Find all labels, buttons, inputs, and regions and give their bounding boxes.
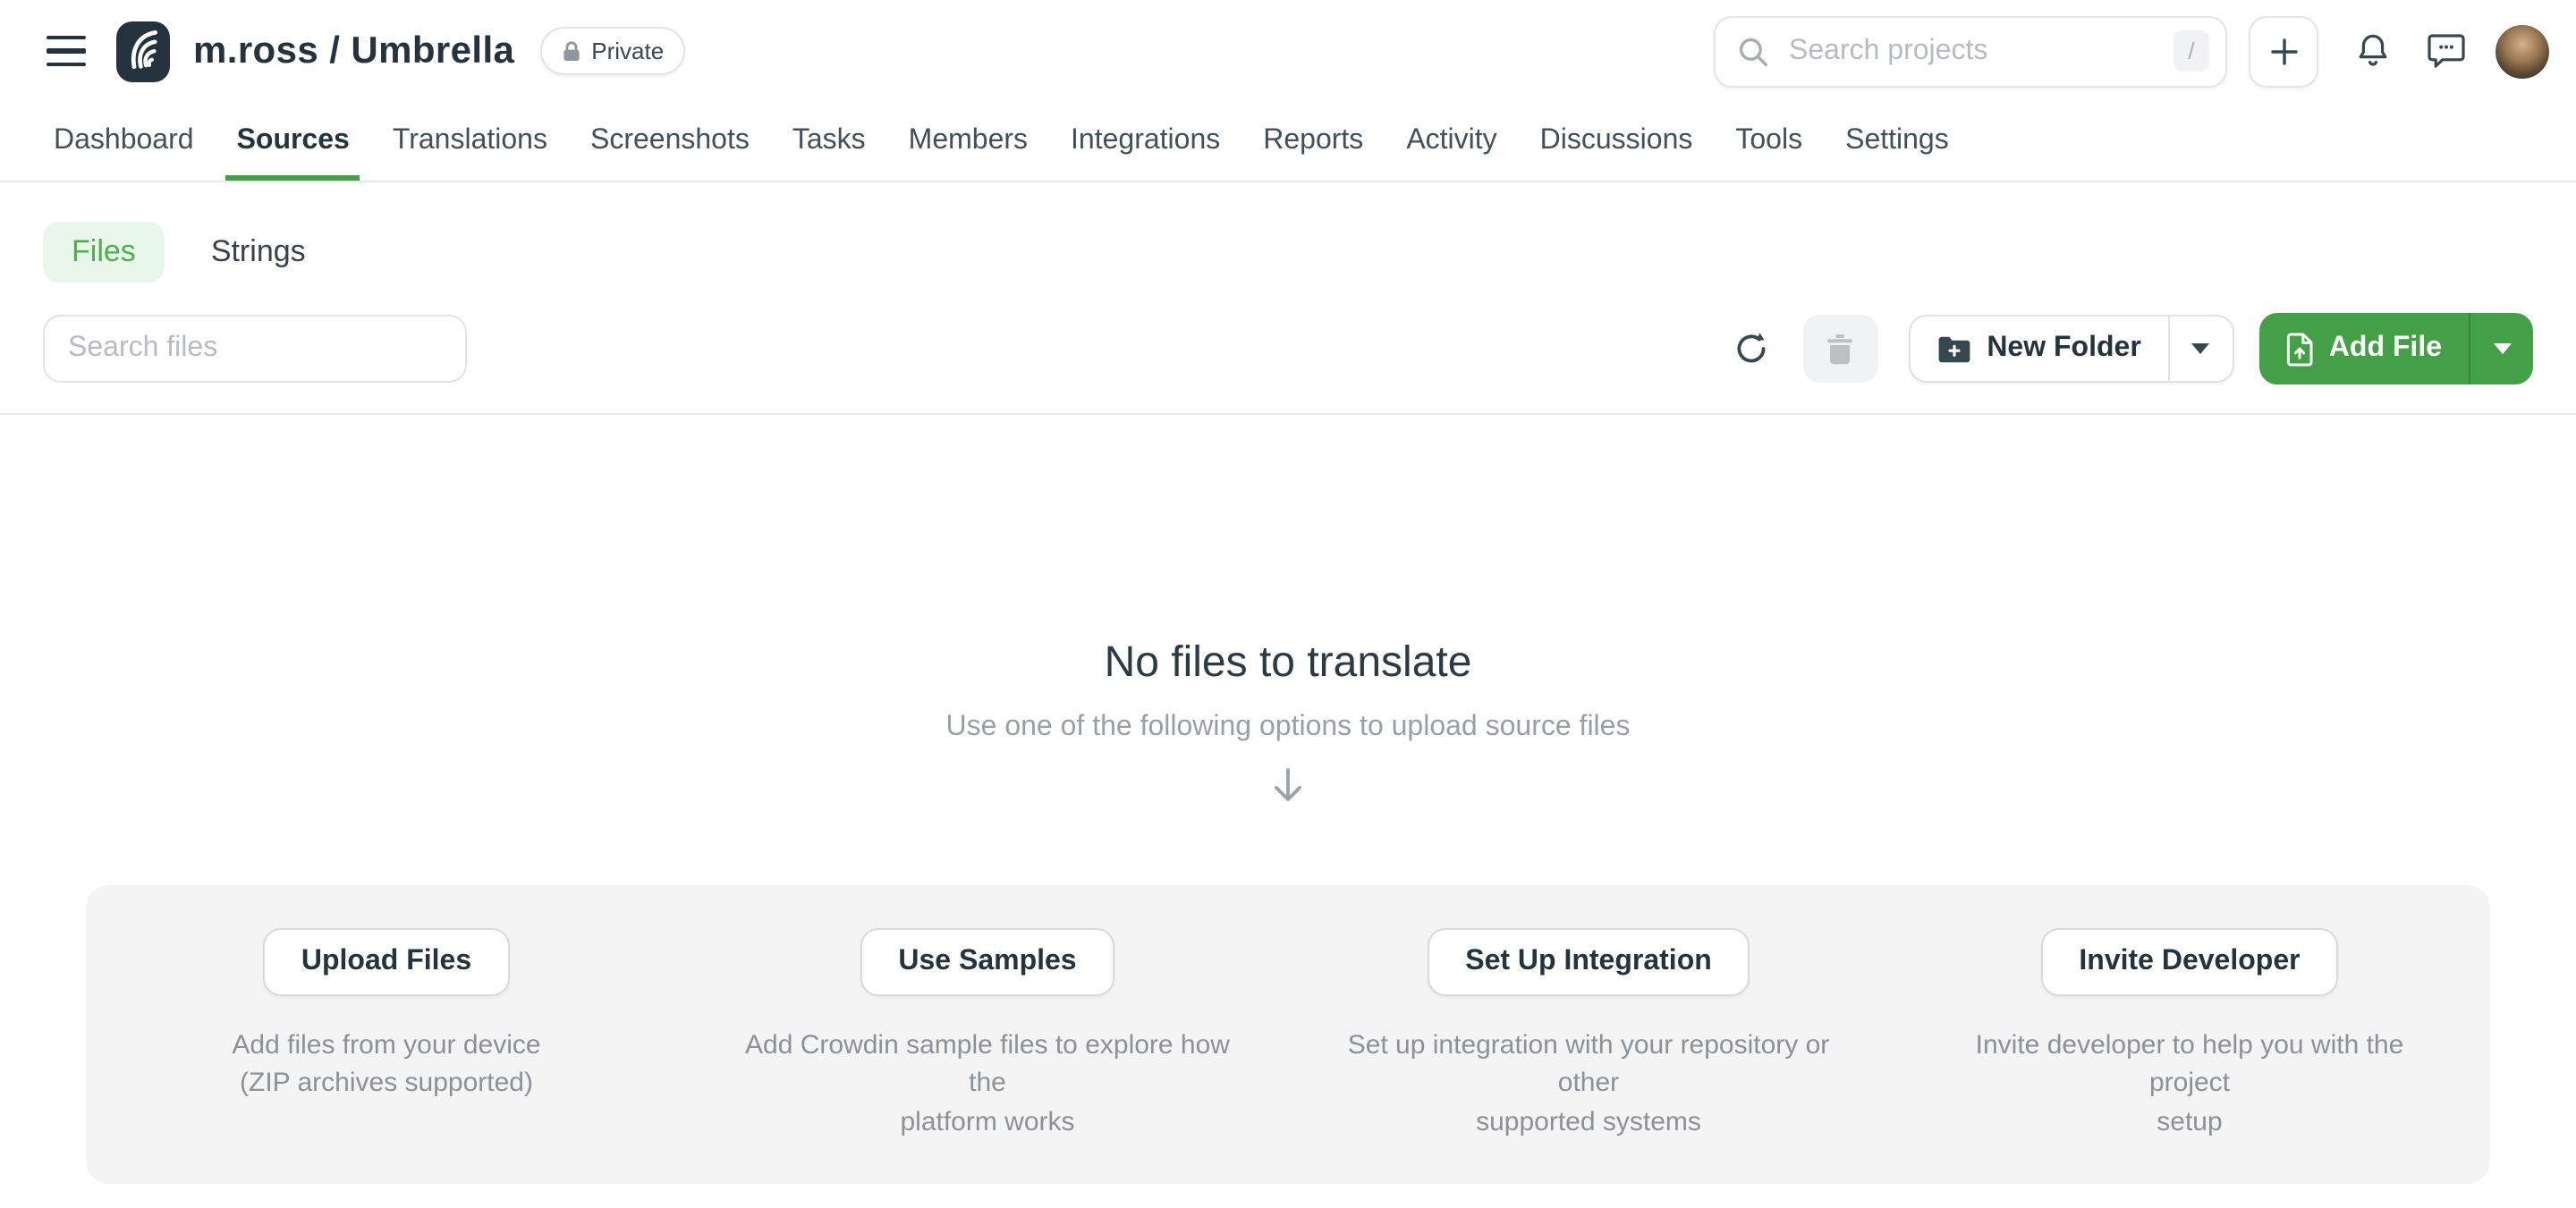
bell-icon [2356, 32, 2390, 70]
empty-state: No files to translate Use one of the fol… [0, 415, 2576, 1184]
add-file-button[interactable]: Add File [2259, 313, 2469, 384]
tab-activity[interactable]: Activity [1395, 102, 1507, 181]
trash-icon [1826, 334, 1853, 364]
project-nav: Dashboard Sources Translations Screensho… [0, 102, 2576, 182]
crowdin-project-page: m.ross / Umbrella Private / [0, 0, 2576, 1208]
notifications-button[interactable] [2356, 32, 2390, 70]
tab-sources[interactable]: Sources [226, 102, 360, 181]
use-samples-button[interactable]: Use Samples [860, 928, 1114, 996]
top-header: m.ross / Umbrella Private / [0, 0, 2576, 102]
add-file-label: Add File [2329, 333, 2442, 365]
toolbar-actions: New Folder Add File [1733, 313, 2533, 384]
tab-dashboard[interactable]: Dashboard [43, 102, 205, 181]
menu-icon[interactable] [47, 36, 86, 66]
new-folder-dropdown[interactable] [2168, 317, 2233, 381]
upload-files-button[interactable]: Upload Files [264, 928, 509, 996]
add-file-split-button: Add File [2259, 313, 2533, 384]
refresh-button[interactable] [1733, 331, 1768, 367]
upload-files-description: Add files from your device (ZIP archives… [132, 1026, 640, 1102]
page-title: m.ross / Umbrella [193, 30, 514, 72]
empty-state-subtitle: Use one of the following options to uplo… [0, 712, 2576, 744]
down-arrow-icon [1270, 767, 1306, 805]
tab-screenshots[interactable]: Screenshots [580, 102, 760, 181]
messages-icon [2428, 34, 2465, 68]
tab-settings[interactable]: Settings [1835, 102, 1960, 181]
view-tab-files[interactable]: Files [43, 222, 165, 283]
tab-tasks[interactable]: Tasks [782, 102, 877, 181]
upload-options-card: Upload Files Add files from your device … [86, 885, 2490, 1184]
dropdown-caret-icon [2192, 343, 2210, 354]
create-project-button[interactable] [2249, 15, 2318, 87]
search-icon [1737, 35, 1769, 67]
new-folder-split-button: New Folder [1908, 315, 2233, 383]
upload-option-integration: Set Up Integration Set up integration wi… [1288, 928, 1889, 1141]
crowdin-logo[interactable] [116, 21, 170, 81]
tab-integrations[interactable]: Integrations [1060, 102, 1231, 181]
new-folder-button[interactable]: New Folder [1910, 317, 2167, 381]
project-search-box: / [1714, 15, 2227, 87]
use-samples-description: Add Crowdin sample files to explore how … [733, 1026, 1241, 1141]
upload-option-files: Upload Files Add files from your device … [86, 928, 687, 1141]
add-file-icon [2286, 332, 2313, 366]
privacy-badge-label: Private [591, 38, 664, 64]
set-up-integration-button[interactable]: Set Up Integration [1428, 928, 1750, 996]
invite-developer-description: Invite developer to help you with the pr… [1936, 1026, 2444, 1141]
plus-icon [2269, 37, 2298, 65]
tab-discussions[interactable]: Discussions [1530, 102, 1704, 181]
delete-button[interactable] [1802, 315, 1877, 383]
upload-option-developer: Invite Developer Invite developer to hel… [1889, 928, 2490, 1141]
lock-icon [561, 40, 580, 62]
user-avatar[interactable] [2496, 24, 2549, 78]
set-up-integration-description: Set up integration with your repository … [1335, 1026, 1843, 1141]
file-search-input[interactable] [43, 315, 467, 383]
view-tab-strings[interactable]: Strings [211, 234, 306, 270]
slash-shortcut: / [2174, 30, 2209, 72]
refresh-icon [1733, 331, 1768, 367]
source-view-tabs: Files Strings [0, 182, 2576, 283]
messages-button[interactable] [2428, 34, 2465, 68]
dropdown-caret-icon [2493, 343, 2511, 354]
new-folder-icon [1936, 334, 1970, 363]
tab-tools[interactable]: Tools [1724, 102, 1813, 181]
files-toolbar: New Folder Add File [0, 313, 2576, 384]
tab-translations[interactable]: Translations [382, 102, 558, 181]
privacy-badge: Private [539, 27, 685, 75]
project-search-input[interactable] [1785, 33, 2157, 69]
upload-option-samples: Use Samples Add Crowdin sample files to … [687, 928, 1288, 1141]
tab-members[interactable]: Members [898, 102, 1038, 181]
add-file-dropdown[interactable] [2469, 313, 2533, 384]
empty-state-title: No files to translate [0, 638, 2576, 688]
new-folder-label: New Folder [1987, 333, 2140, 365]
invite-developer-button[interactable]: Invite Developer [2041, 928, 2337, 996]
tab-reports[interactable]: Reports [1252, 102, 1374, 181]
